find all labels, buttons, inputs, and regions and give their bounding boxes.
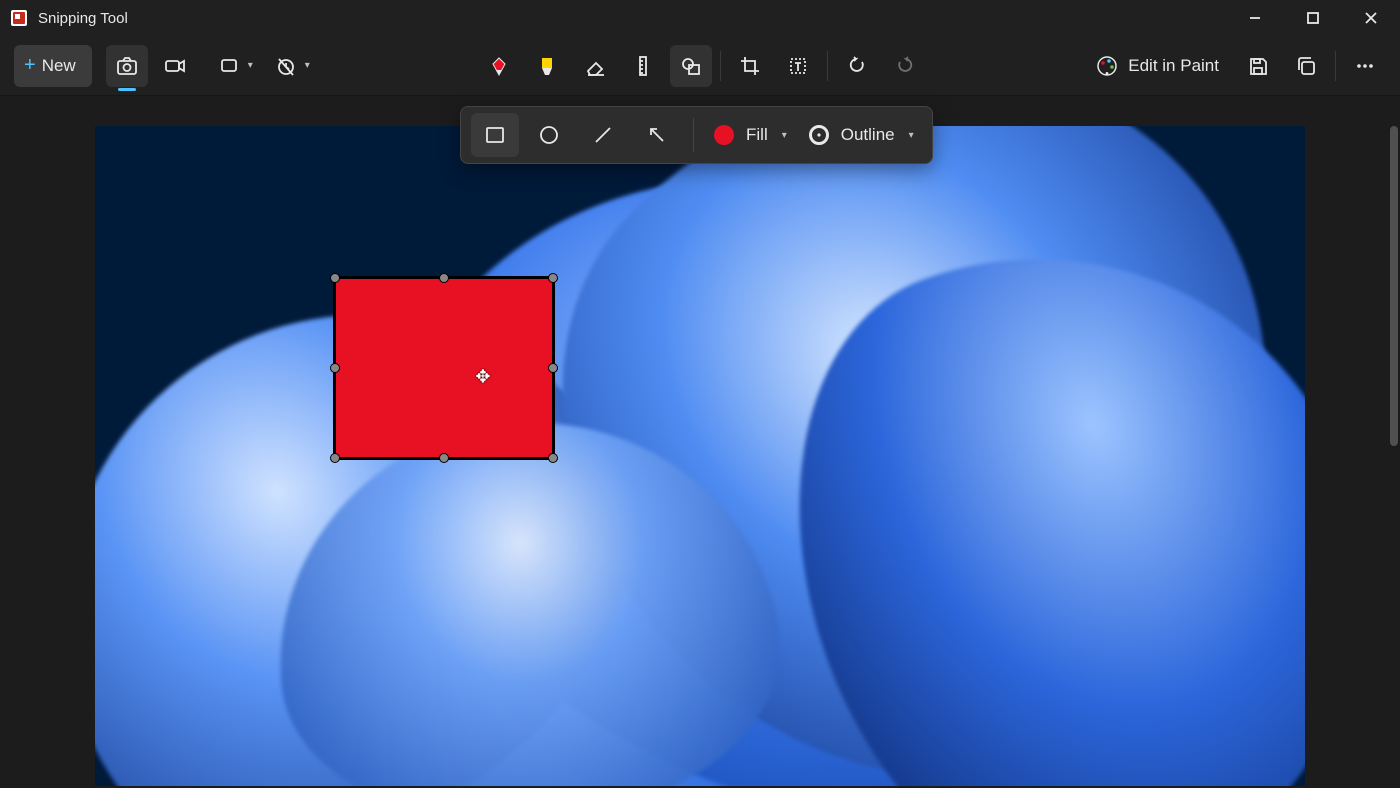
new-snip-button[interactable]: + New (14, 45, 92, 87)
resize-handle-s[interactable] (439, 453, 449, 463)
vertical-scrollbar[interactable] (1390, 126, 1398, 446)
shapes-tool-button[interactable] (670, 45, 712, 87)
toolbar-divider (1335, 51, 1336, 81)
maximize-button[interactable] (1284, 0, 1342, 36)
outline-color-swatch (809, 125, 829, 145)
image-capture-button[interactable] (106, 45, 148, 87)
resize-handle-w[interactable] (330, 363, 340, 373)
outline-color-dropdown[interactable]: Outline ▾ (801, 113, 922, 157)
resize-handle-e[interactable] (548, 363, 558, 373)
pen-tool-button[interactable] (478, 45, 520, 87)
resize-handle-sw[interactable] (330, 453, 340, 463)
edit-in-paint-button[interactable]: Edit in Paint (1086, 49, 1229, 83)
more-options-button[interactable] (1344, 45, 1386, 87)
window-controls (1226, 0, 1400, 36)
capture-mode-dropdown[interactable]: ▾ (210, 45, 261, 87)
ruler-tool-button[interactable] (622, 45, 664, 87)
shape-toolbar: Fill ▾ Outline ▾ (460, 106, 933, 164)
move-cursor-icon: ✥ (475, 366, 490, 387)
edit-in-paint-label: Edit in Paint (1128, 56, 1219, 76)
fill-label: Fill (746, 125, 768, 145)
paint-icon (1096, 55, 1118, 77)
resize-handle-nw[interactable] (330, 273, 340, 283)
wallpaper-image (95, 126, 1305, 786)
shape-arrow-button[interactable] (633, 113, 681, 157)
shape-line-button[interactable] (579, 113, 627, 157)
chevron-down-icon: ▾ (782, 130, 787, 141)
chevron-down-icon: ▾ (305, 60, 310, 71)
chevron-down-icon: ▾ (909, 130, 914, 141)
resize-handle-se[interactable] (548, 453, 558, 463)
close-button[interactable] (1342, 0, 1400, 36)
title-bar: Snipping Tool (0, 0, 1400, 36)
annotation-rectangle[interactable]: ✥ (333, 276, 555, 460)
highlighter-tool-button[interactable] (526, 45, 568, 87)
chevron-down-icon: ▾ (248, 60, 253, 71)
plus-icon: + (24, 54, 36, 77)
app-icon (10, 9, 28, 27)
title-bar-left: Snipping Tool (10, 9, 128, 27)
outline-label: Outline (841, 125, 895, 145)
delay-dropdown[interactable]: ▾ (267, 45, 318, 87)
toolbar-divider (720, 51, 721, 81)
crop-tool-button[interactable] (729, 45, 771, 87)
redo-button[interactable] (884, 45, 926, 87)
fill-color-swatch (714, 125, 734, 145)
save-button[interactable] (1237, 45, 1279, 87)
fill-color-dropdown[interactable]: Fill ▾ (706, 113, 795, 157)
main-toolbar: + New ▾ ▾ (0, 36, 1400, 96)
app-title: Snipping Tool (38, 10, 128, 27)
screenshot-canvas[interactable]: ✥ (95, 126, 1305, 786)
canvas-area: ✥ Fill ▾ Outline ▾ (0, 96, 1400, 788)
shape-rectangle-button[interactable] (471, 113, 519, 157)
resize-handle-ne[interactable] (548, 273, 558, 283)
subbar-divider (693, 118, 694, 152)
resize-handle-n[interactable] (439, 273, 449, 283)
eraser-tool-button[interactable] (574, 45, 616, 87)
selected-indicator (118, 88, 136, 91)
copy-button[interactable] (1285, 45, 1327, 87)
text-actions-button[interactable] (777, 45, 819, 87)
minimize-button[interactable] (1226, 0, 1284, 36)
undo-button[interactable] (836, 45, 878, 87)
shape-ellipse-button[interactable] (525, 113, 573, 157)
toolbar-divider (827, 51, 828, 81)
video-capture-button[interactable] (154, 45, 196, 87)
new-label: New (42, 56, 76, 76)
